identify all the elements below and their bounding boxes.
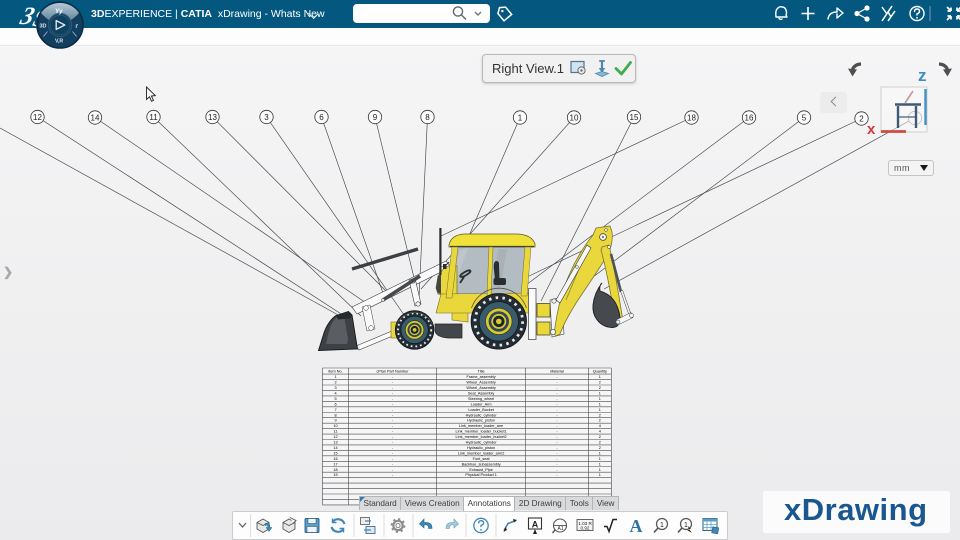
svg-text:Wheel_Assembly: Wheel_Assembly: [466, 386, 495, 390]
svg-text:13: 13: [333, 441, 337, 445]
svg-text:17: 17: [333, 462, 337, 466]
svg-text:8: 8: [425, 113, 430, 122]
svg-text:Yy: Yy: [55, 8, 63, 15]
svg-text:cPlan Part Number: cPlan Part Number: [376, 369, 409, 373]
svg-text:Physical Product 1: Physical Product 1: [465, 473, 496, 477]
svg-text:3D: 3D: [40, 24, 47, 30]
svg-text:2: 2: [599, 413, 601, 417]
svg-text:3: 3: [264, 113, 269, 122]
svg-text:Link_member_loader_bucket2: Link_member_loader_bucket2: [456, 435, 507, 439]
svg-text:A1: A1: [557, 526, 563, 532]
svg-text:Material: Material: [550, 369, 564, 373]
svg-text:Link_member_loader_bucket1: Link_member_loader_bucket1: [456, 430, 507, 434]
svg-text:6: 6: [319, 113, 324, 122]
svg-text:2: 2: [599, 446, 601, 450]
svg-text:12: 12: [333, 435, 337, 439]
svg-text:16: 16: [333, 457, 337, 461]
svg-text:Link_member_loader_arm: Link_member_loader_arm: [459, 424, 503, 428]
svg-text:Frame_assembly: Frame_assembly: [467, 375, 496, 379]
svg-text:1: 1: [599, 473, 601, 477]
svg-text:Seat_Assembly: Seat_Assembly: [468, 391, 494, 395]
svg-text:Hydraulic_cylinder: Hydraulic_cylinder: [466, 413, 498, 417]
svg-text:2: 2: [599, 386, 601, 390]
svg-text:Loader_Bucket: Loader_Bucket: [468, 408, 494, 412]
svg-text:1: 1: [599, 462, 601, 466]
svg-text:Hydraulic_cylinder: Hydraulic_cylinder: [466, 441, 498, 445]
svg-text:3: 3: [334, 386, 336, 390]
svg-text:14: 14: [91, 113, 100, 122]
svg-text:Item No.: Item No.: [328, 369, 342, 373]
svg-text:1: 1: [599, 391, 601, 395]
svg-text:9: 9: [373, 113, 378, 122]
svg-text:9: 9: [334, 419, 336, 423]
svg-text:Wheel_Assembly: Wheel_Assembly: [466, 381, 495, 385]
svg-text:5: 5: [334, 397, 336, 401]
svg-text:7: 7: [334, 408, 336, 412]
svg-text:Quantity: Quantity: [593, 369, 607, 373]
svg-text:10: 10: [333, 424, 337, 428]
svg-text:1: 1: [599, 397, 601, 401]
svg-text:Link_member_loader_arm2: Link_member_loader_arm2: [458, 451, 504, 455]
svg-text:11: 11: [149, 113, 158, 122]
svg-text:4: 4: [599, 424, 601, 428]
svg-text:0.92: 0.92: [581, 526, 590, 531]
svg-text:13: 13: [208, 113, 217, 122]
svg-text:1: 1: [684, 522, 688, 529]
svg-text:Hydraulic_piston: Hydraulic_piston: [467, 419, 495, 423]
svg-text:11: 11: [334, 430, 338, 434]
svg-text:18: 18: [687, 113, 696, 122]
svg-text:Steering_wheel: Steering_wheel: [468, 397, 494, 401]
svg-text:18: 18: [333, 468, 337, 472]
svg-text:Title: Title: [478, 369, 485, 373]
svg-text:2: 2: [599, 435, 601, 439]
svg-text:1: 1: [599, 468, 601, 472]
svg-text:10: 10: [570, 113, 579, 122]
svg-text:i': i': [76, 24, 79, 30]
svg-text:1: 1: [518, 113, 523, 122]
svg-text:1: 1: [599, 402, 601, 406]
svg-text:19: 19: [333, 473, 337, 477]
svg-text:4: 4: [599, 430, 601, 434]
svg-text:1: 1: [599, 457, 601, 461]
svg-text:2: 2: [599, 441, 601, 445]
svg-text:4: 4: [334, 391, 336, 395]
svg-text:Loader_Arm: Loader_Arm: [471, 402, 492, 406]
svg-text:1: 1: [599, 451, 601, 455]
svg-text:6: 6: [334, 402, 336, 406]
svg-text:1: 1: [599, 408, 601, 412]
svg-text:2: 2: [599, 381, 601, 385]
svg-text:12: 12: [33, 113, 42, 122]
svg-text:1: 1: [660, 522, 664, 529]
svg-text:15: 15: [630, 113, 639, 122]
svg-text:A: A: [532, 520, 539, 530]
svg-text:Exhaust_Pipe: Exhaust_Pipe: [469, 468, 492, 472]
svg-text:8: 8: [334, 413, 336, 417]
svg-text:15: 15: [333, 451, 337, 455]
svg-text:2: 2: [599, 419, 601, 423]
svg-text:14: 14: [333, 446, 337, 450]
svg-text:5: 5: [802, 113, 807, 122]
svg-text:V,R: V,R: [55, 39, 63, 45]
svg-text:1: 1: [334, 375, 336, 379]
svg-text:Backhoe_subassembly: Backhoe_subassembly: [462, 462, 501, 466]
svg-text:Font_seat: Font_seat: [473, 457, 491, 461]
svg-text:2: 2: [334, 381, 336, 385]
svg-text:1: 1: [599, 375, 601, 379]
svg-text:A: A: [630, 516, 643, 536]
svg-text:Hydraulic_piston: Hydraulic_piston: [467, 446, 495, 450]
svg-text:16: 16: [745, 113, 754, 122]
